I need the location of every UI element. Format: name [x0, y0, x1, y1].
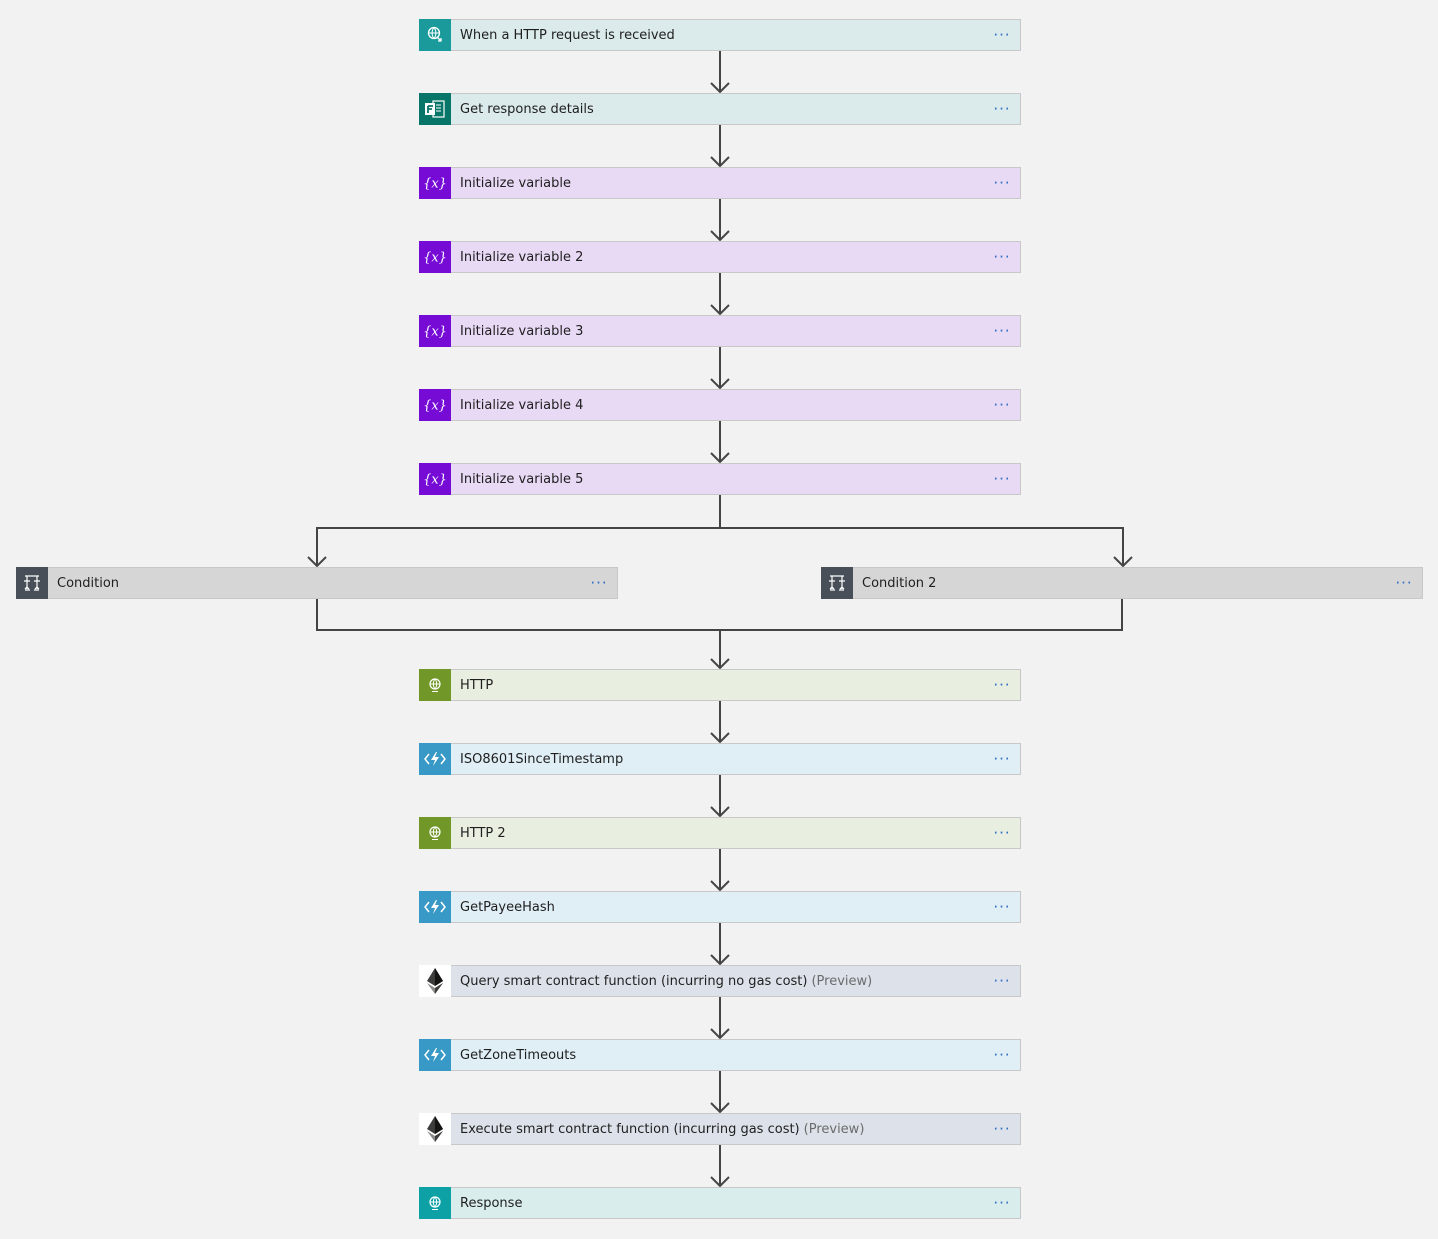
variable-icon: {x}	[419, 462, 451, 495]
more-options-button[interactable]: ···	[985, 1114, 1019, 1144]
svg-text:{x}: {x}	[423, 250, 447, 265]
more-options-button[interactable]: ···	[985, 818, 1019, 848]
step-title-text: Execute smart contract function (incurri…	[460, 1121, 800, 1137]
step-query-smart-contract[interactable]: Query smart contract function (incurring…	[419, 964, 1021, 997]
step-initialize-variable-4[interactable]: {x} Initialize variable 4 ···	[419, 388, 1021, 421]
step-title: Query smart contract function (incurring…	[460, 974, 985, 989]
step-title: Initialize variable	[460, 175, 571, 191]
step-http-request-trigger[interactable]: When a HTTP request is received ···	[419, 18, 1021, 51]
more-options-button[interactable]: ···	[985, 670, 1019, 700]
step-iso8601-since-timestamp[interactable]: ISO8601SinceTimestamp ···	[419, 742, 1021, 775]
more-options-button[interactable]: ···	[985, 168, 1019, 198]
step-title: Initialize variable 4	[460, 397, 584, 413]
step-initialize-variable-5[interactable]: {x} Initialize variable 5 ···	[419, 462, 1021, 495]
more-options-button[interactable]: ···	[985, 390, 1019, 420]
azure-function-icon	[419, 890, 451, 923]
http-globe-icon	[419, 668, 451, 701]
azure-function-icon	[419, 742, 451, 775]
step-get-zone-timeouts[interactable]: GetZoneTimeouts ···	[419, 1038, 1021, 1071]
more-options-button[interactable]: ···	[985, 1188, 1019, 1218]
forms-icon	[419, 92, 451, 125]
more-options-button[interactable]: ···	[985, 20, 1019, 50]
svg-text:{x}: {x}	[423, 324, 447, 339]
more-options-button[interactable]: ···	[582, 568, 616, 598]
step-initialize-variable[interactable]: {x} Initialize variable ···	[419, 166, 1021, 199]
step-get-response-details[interactable]: Get response details ···	[419, 92, 1021, 125]
step-title-text: Query smart contract function (incurring…	[460, 973, 808, 989]
more-options-button[interactable]: ···	[1387, 568, 1421, 598]
ethereum-icon	[419, 1112, 451, 1145]
step-response[interactable]: Response ···	[419, 1186, 1021, 1219]
step-title: Condition	[57, 575, 120, 591]
step-title: GetZoneTimeouts	[460, 1047, 577, 1063]
svg-text:{x}: {x}	[423, 176, 447, 191]
http-request-trigger-icon	[419, 18, 451, 51]
step-title: Initialize variable 3	[460, 323, 584, 339]
step-condition[interactable]: Condition ···	[16, 566, 618, 599]
ethereum-icon	[419, 964, 451, 997]
step-title: GetPayeeHash	[460, 899, 555, 915]
step-title: Initialize variable 2	[460, 249, 584, 265]
variable-icon: {x}	[419, 314, 451, 347]
step-title: HTTP	[460, 677, 494, 693]
http-globe-icon	[419, 816, 451, 849]
step-execute-smart-contract[interactable]: Execute smart contract function (incurri…	[419, 1112, 1021, 1145]
condition-icon	[821, 566, 853, 599]
condition-icon	[16, 566, 48, 599]
more-options-button[interactable]: ···	[985, 966, 1019, 996]
preview-suffix: (Preview)	[803, 1121, 865, 1137]
preview-suffix: (Preview)	[811, 973, 873, 989]
more-options-button[interactable]: ···	[985, 94, 1019, 124]
response-globe-icon	[419, 1186, 451, 1219]
step-title: Condition 2	[862, 575, 937, 591]
more-options-button[interactable]: ···	[985, 464, 1019, 494]
variable-icon: {x}	[419, 240, 451, 273]
step-condition-2[interactable]: Condition 2 ···	[821, 566, 1423, 599]
step-title: Execute smart contract function (incurri…	[460, 1122, 985, 1137]
more-options-button[interactable]: ···	[985, 1040, 1019, 1070]
step-title: Initialize variable 5	[460, 471, 584, 487]
step-initialize-variable-3[interactable]: {x} Initialize variable 3 ···	[419, 314, 1021, 347]
more-options-button[interactable]: ···	[985, 744, 1019, 774]
azure-function-icon	[419, 1038, 451, 1071]
step-title: Get response details	[460, 101, 594, 117]
step-title: When a HTTP request is received	[460, 27, 675, 43]
step-http-2[interactable]: HTTP 2 ···	[419, 816, 1021, 849]
variable-icon: {x}	[419, 166, 451, 199]
step-http[interactable]: HTTP ···	[419, 668, 1021, 701]
more-options-button[interactable]: ···	[985, 892, 1019, 922]
step-title: Response	[460, 1195, 523, 1211]
svg-text:{x}: {x}	[423, 472, 447, 487]
step-title: ISO8601SinceTimestamp	[460, 751, 624, 767]
variable-icon: {x}	[419, 388, 451, 421]
more-options-button[interactable]: ···	[985, 242, 1019, 272]
step-title: HTTP 2	[460, 825, 506, 841]
step-initialize-variable-2[interactable]: {x} Initialize variable 2 ···	[419, 240, 1021, 273]
step-get-payee-hash[interactable]: GetPayeeHash ···	[419, 890, 1021, 923]
svg-text:{x}: {x}	[423, 398, 447, 413]
more-options-button[interactable]: ···	[985, 316, 1019, 346]
